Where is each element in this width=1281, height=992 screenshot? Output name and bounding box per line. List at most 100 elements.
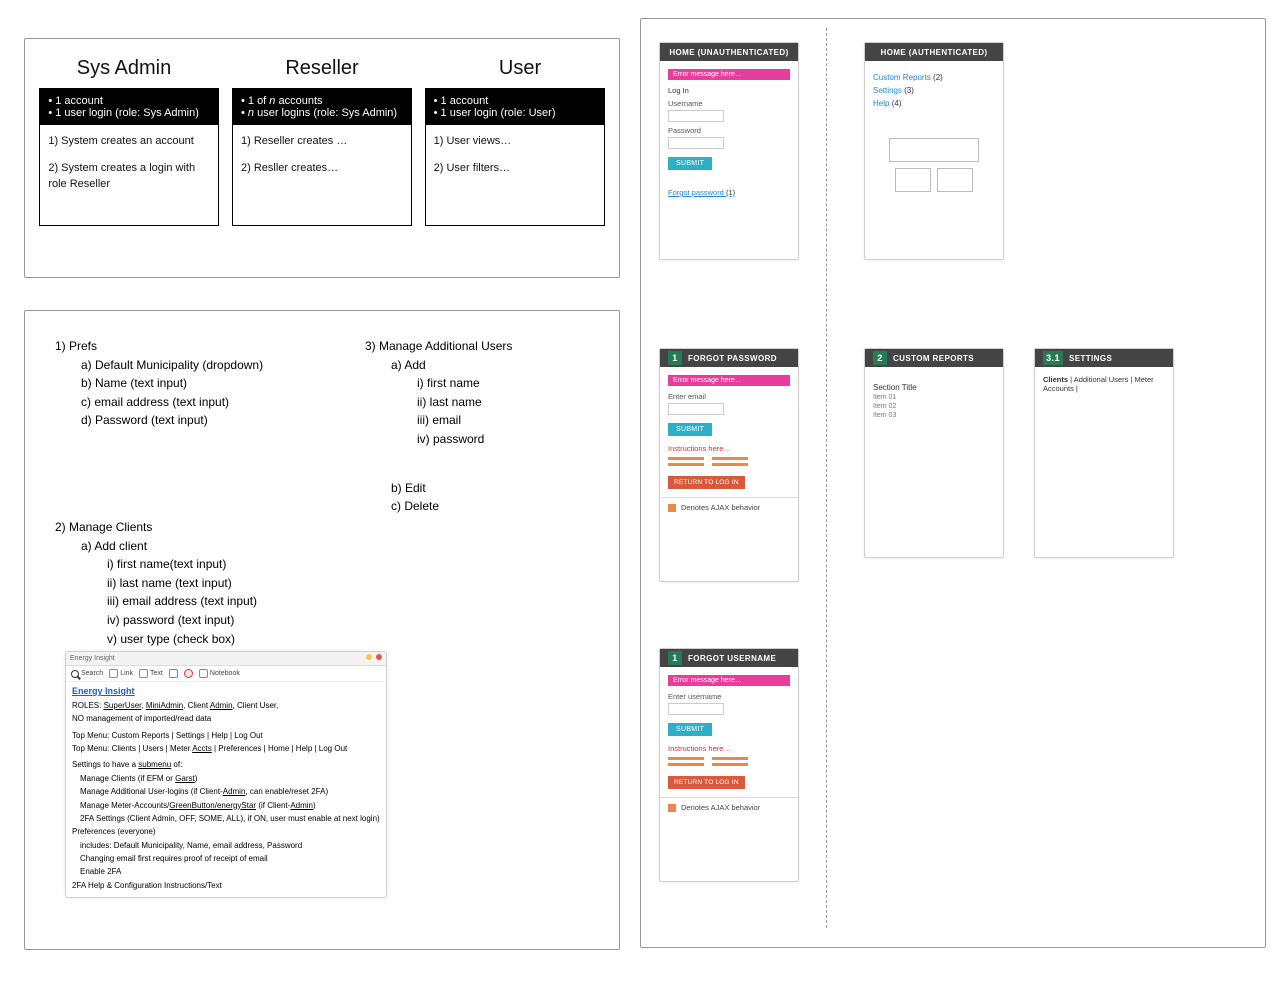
notes-p-b: Changing email first requires proof of r… xyxy=(72,854,380,864)
user-head-1: • 1 account xyxy=(434,95,596,107)
wire-header: 1 FORGOT PASSWORD xyxy=(660,349,798,367)
outline-prefs-d: d) Password (text input) xyxy=(81,411,365,430)
username-input[interactable] xyxy=(668,110,724,122)
submit-button[interactable]: SUBMIT xyxy=(668,423,712,436)
stop-icon xyxy=(184,669,193,678)
section-title: Section Title xyxy=(873,383,995,392)
sysadmin-body-1: 1) System creates an account xyxy=(48,133,210,150)
user-body-1: 1) User views… xyxy=(434,133,596,150)
email-input[interactable] xyxy=(668,403,724,415)
step-badge: 2 xyxy=(873,351,887,365)
notebook-tool[interactable]: Notebook xyxy=(199,669,240,678)
action2-tool[interactable] xyxy=(184,669,193,678)
wire-header: 1 FORGOT USERNAME xyxy=(660,649,798,667)
reseller-head-1c: accounts xyxy=(275,95,322,107)
outline-container: 1) Prefs a) Default Municipality (dropdo… xyxy=(24,310,620,950)
notebook-icon xyxy=(199,669,208,678)
reseller-body-1: 1) Reseller creates … xyxy=(241,133,403,150)
sysadmin-body-2: 2) System creates a login with role Rese… xyxy=(48,160,210,193)
outline-prefs-c: c) email address (text input) xyxy=(81,393,365,412)
list-item[interactable]: Item 01 xyxy=(873,394,995,401)
outline-clients-ai: i) first name(text input) xyxy=(107,555,365,574)
notes-panel: Energy Insight Search Link Text Notebook… xyxy=(65,651,387,898)
outline-users-aiv: iv) password xyxy=(417,430,589,449)
wire-title: SETTINGS xyxy=(1069,354,1112,363)
username-label: Username xyxy=(668,99,790,108)
wire-home-authenticated: HOME (AUTHENTICATED) Custom Reports (2) … xyxy=(864,42,1004,260)
notes-topmenu1: Top Menu: Custom Reports | Settings | He… xyxy=(72,731,380,741)
wire-title: FORGOT USERNAME xyxy=(688,654,776,663)
notes-title-link[interactable]: Energy Insight xyxy=(72,686,135,696)
notes-p-c: Enable 2FA xyxy=(72,867,380,877)
outline-clients-h: 2) Manage Clients xyxy=(55,518,365,537)
reseller-head-1a: • 1 of xyxy=(241,95,269,107)
return-button[interactable]: RETURN TO LOG IN xyxy=(668,476,745,489)
notes-prefs-line: Preferences (everyone) xyxy=(72,827,380,837)
role-box-user: • 1 account • 1 user login (role: User) … xyxy=(425,88,605,226)
link-tool[interactable]: Link xyxy=(109,669,133,678)
outline-prefs-a: a) Default Municipality (dropdown) xyxy=(81,356,365,375)
instruction-placeholder xyxy=(668,757,790,766)
notes-p-a: includes: Default Municipality, Name, em… xyxy=(72,841,380,851)
wire-header: 2 CUSTOM REPORTS xyxy=(865,349,1003,367)
role-box-sysadmin: • 1 account • 1 user login (role: Sys Ad… xyxy=(39,88,219,226)
search-icon xyxy=(71,670,79,678)
search-tool[interactable]: Search xyxy=(71,669,103,678)
list-item[interactable]: Item 02 xyxy=(873,403,995,410)
text-tool[interactable]: Text xyxy=(139,669,163,678)
reseller-body-2: 2) Resller creates… xyxy=(241,160,403,177)
user-head-2: • 1 user login (role: User) xyxy=(434,107,596,119)
window-controls xyxy=(364,654,382,663)
custom-reports-link[interactable]: Custom Reports (2) xyxy=(873,73,995,82)
outline-users-b: b) Edit xyxy=(391,479,589,498)
settings-tabs: Clients | Additional Users | Meter Accou… xyxy=(1043,375,1165,393)
login-heading: Log In xyxy=(668,86,790,95)
wire-home-unauthenticated: HOME (UNAUTHENTICATED) Error message her… xyxy=(659,42,799,260)
submit-button[interactable]: SUBMIT xyxy=(668,723,712,736)
roles-container: Sys Admin Reseller User • 1 account • 1 … xyxy=(24,38,620,278)
password-input[interactable] xyxy=(668,137,724,149)
action1-tool[interactable] xyxy=(169,669,178,678)
notes-s-a: Manage Clients (if EFM or Garst) xyxy=(72,774,380,784)
reseller-head-2a: • xyxy=(241,107,248,119)
outline-prefs-b: b) Name (text input) xyxy=(81,374,365,393)
user-body-2: 2) User filters… xyxy=(434,160,596,177)
username-input[interactable] xyxy=(668,703,724,715)
outline-users-aii: ii) last name xyxy=(417,393,589,412)
reseller-head-2c: user logins (role: Sys Admin) xyxy=(254,107,397,119)
forgot-password-link[interactable]: Forgot password (1) xyxy=(668,188,735,197)
outline-clients-aii: ii) last name (text input) xyxy=(107,574,365,593)
role-header-sysadmin: Sys Admin xyxy=(34,57,214,80)
submit-button[interactable]: SUBMIT xyxy=(668,157,712,170)
image-icon xyxy=(169,669,178,678)
return-button[interactable]: RETURN TO LOG IN xyxy=(668,776,745,789)
close-icon[interactable] xyxy=(376,654,382,660)
wire-title: HOME (UNAUTHENTICATED) xyxy=(660,43,798,61)
step-badge: 1 xyxy=(668,651,682,665)
wire-forgot-password: 1 FORGOT PASSWORD Error message here… En… xyxy=(659,348,799,582)
wire-title: HOME (AUTHENTICATED) xyxy=(865,43,1003,61)
ajax-swatch-icon xyxy=(668,804,676,812)
list-item[interactable]: Item 03 xyxy=(873,412,995,419)
wire-title: CUSTOM REPORTS xyxy=(893,354,974,363)
notes-last: 2FA Help & Configuration Instructions/Te… xyxy=(72,881,380,891)
ajax-legend: Denotes AJAX behavior xyxy=(660,497,798,517)
outline-clients-aiii: iii) email address (text input) xyxy=(107,592,365,611)
placeholder-box xyxy=(895,168,931,192)
outline-clients-a: a) Add client xyxy=(81,537,365,556)
instructions-label: Instructions here… xyxy=(668,744,790,753)
instructions-label: Instructions here… xyxy=(668,444,790,453)
settings-link[interactable]: Settings (3) xyxy=(873,86,995,95)
outline-users-a: a) Add xyxy=(391,356,589,375)
instruction-placeholder xyxy=(668,457,790,466)
username-label: Enter username xyxy=(668,692,790,701)
link-icon xyxy=(109,669,118,678)
password-label: Password xyxy=(668,126,790,135)
tab-clients[interactable]: Clients xyxy=(1043,375,1068,384)
minimize-icon[interactable] xyxy=(366,654,372,660)
error-message: Error message here… xyxy=(668,69,790,80)
role-header-reseller: Reseller xyxy=(232,57,412,80)
notes-s-b: Manage Additional User-logins (if Client… xyxy=(72,787,380,797)
help-link[interactable]: Help (4) xyxy=(873,99,995,108)
notes-s-d: 2FA Settings (Client Admin, OFF, SOME, A… xyxy=(72,814,380,824)
